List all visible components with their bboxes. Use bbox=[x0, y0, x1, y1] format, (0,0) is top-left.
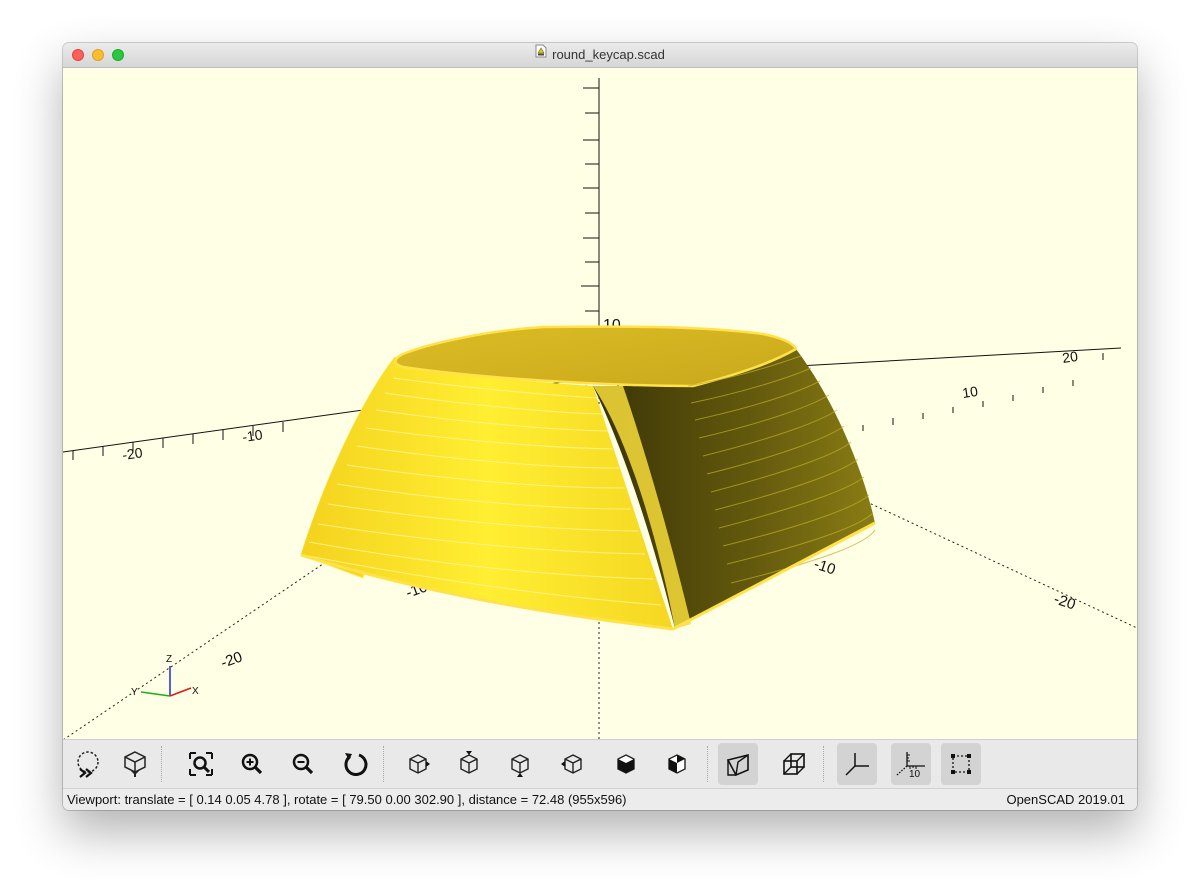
view-bottom-button[interactable] bbox=[500, 743, 540, 785]
reset-view-icon bbox=[344, 753, 368, 777]
scale-markers-icon: 10 bbox=[896, 752, 925, 778]
view-all-button[interactable] bbox=[181, 743, 221, 785]
view-left-button[interactable] bbox=[553, 743, 593, 785]
preview-button[interactable] bbox=[68, 743, 108, 785]
view-toolbar: 10 bbox=[63, 739, 1137, 788]
zoom-out-icon bbox=[292, 753, 314, 775]
orthogonal-icon bbox=[783, 753, 805, 775]
axis-indicator-x: X bbox=[192, 686, 199, 697]
axes-indicator: Z Y X bbox=[131, 654, 199, 698]
axis-indicator-z: Z bbox=[166, 654, 172, 665]
render-icon bbox=[124, 751, 146, 777]
app-window: round_keycap.scad 20 10 -20 -10 -10 -20 … bbox=[63, 43, 1137, 810]
viewport-status-text: Viewport: translate = [ 0.14 0.05 4.78 ]… bbox=[67, 792, 627, 807]
status-bar: Viewport: translate = [ 0.14 0.05 4.78 ]… bbox=[63, 788, 1137, 810]
perspective-icon bbox=[726, 753, 749, 777]
axis-indicator-y: Y bbox=[131, 687, 138, 698]
zoom-in-button[interactable] bbox=[232, 743, 272, 785]
xneg-tick-label-20: -20 bbox=[1052, 591, 1078, 614]
view-back-button[interactable] bbox=[657, 743, 697, 785]
render-button[interactable] bbox=[115, 743, 155, 785]
show-scale-markers-button[interactable]: 10 bbox=[891, 743, 931, 785]
document-icon bbox=[535, 43, 547, 66]
view-top-icon bbox=[460, 751, 478, 774]
y-tick-label-10: -10 bbox=[241, 426, 263, 445]
y-tick-label-20: -20 bbox=[121, 444, 143, 463]
view-all-icon bbox=[189, 752, 213, 776]
view-front-button[interactable] bbox=[606, 743, 646, 785]
x-tick-label-10: 10 bbox=[961, 383, 979, 401]
zoom-in-icon bbox=[241, 753, 263, 775]
perspective-button[interactable] bbox=[718, 743, 758, 785]
zoom-out-button[interactable] bbox=[283, 743, 323, 785]
axes-icon bbox=[845, 753, 869, 776]
keycap-model bbox=[300, 325, 876, 631]
view-front-icon bbox=[617, 754, 635, 774]
x-tick-label-20: 20 bbox=[1061, 348, 1079, 366]
preview-icon bbox=[77, 751, 99, 778]
window-title: round_keycap.scad bbox=[552, 47, 665, 62]
z-axis-ticks bbox=[581, 87, 599, 361]
reset-view-button[interactable] bbox=[335, 743, 375, 785]
view-bottom-icon bbox=[511, 754, 529, 777]
version-label: OpenSCAD 2019.01 bbox=[1006, 792, 1125, 807]
show-axes-button[interactable] bbox=[837, 743, 877, 785]
view-top-button[interactable] bbox=[449, 743, 489, 785]
edges-icon bbox=[951, 754, 971, 774]
yneg-tick-label-20: -20 bbox=[219, 648, 245, 671]
orthogonal-button[interactable] bbox=[774, 743, 814, 785]
view-right-button[interactable] bbox=[398, 743, 438, 785]
scale-markers-label: 10 bbox=[909, 769, 921, 778]
window-title-wrap: round_keycap.scad bbox=[63, 43, 1137, 67]
3d-viewport[interactable]: 10 20 10 bbox=[63, 68, 1137, 739]
view-right-icon bbox=[409, 754, 430, 774]
show-edges-button[interactable] bbox=[941, 743, 981, 785]
title-bar: round_keycap.scad bbox=[63, 43, 1137, 68]
view-back-icon bbox=[668, 754, 686, 774]
viewport-scene: 10 20 10 bbox=[63, 78, 1137, 739]
view-left-icon bbox=[561, 754, 582, 774]
